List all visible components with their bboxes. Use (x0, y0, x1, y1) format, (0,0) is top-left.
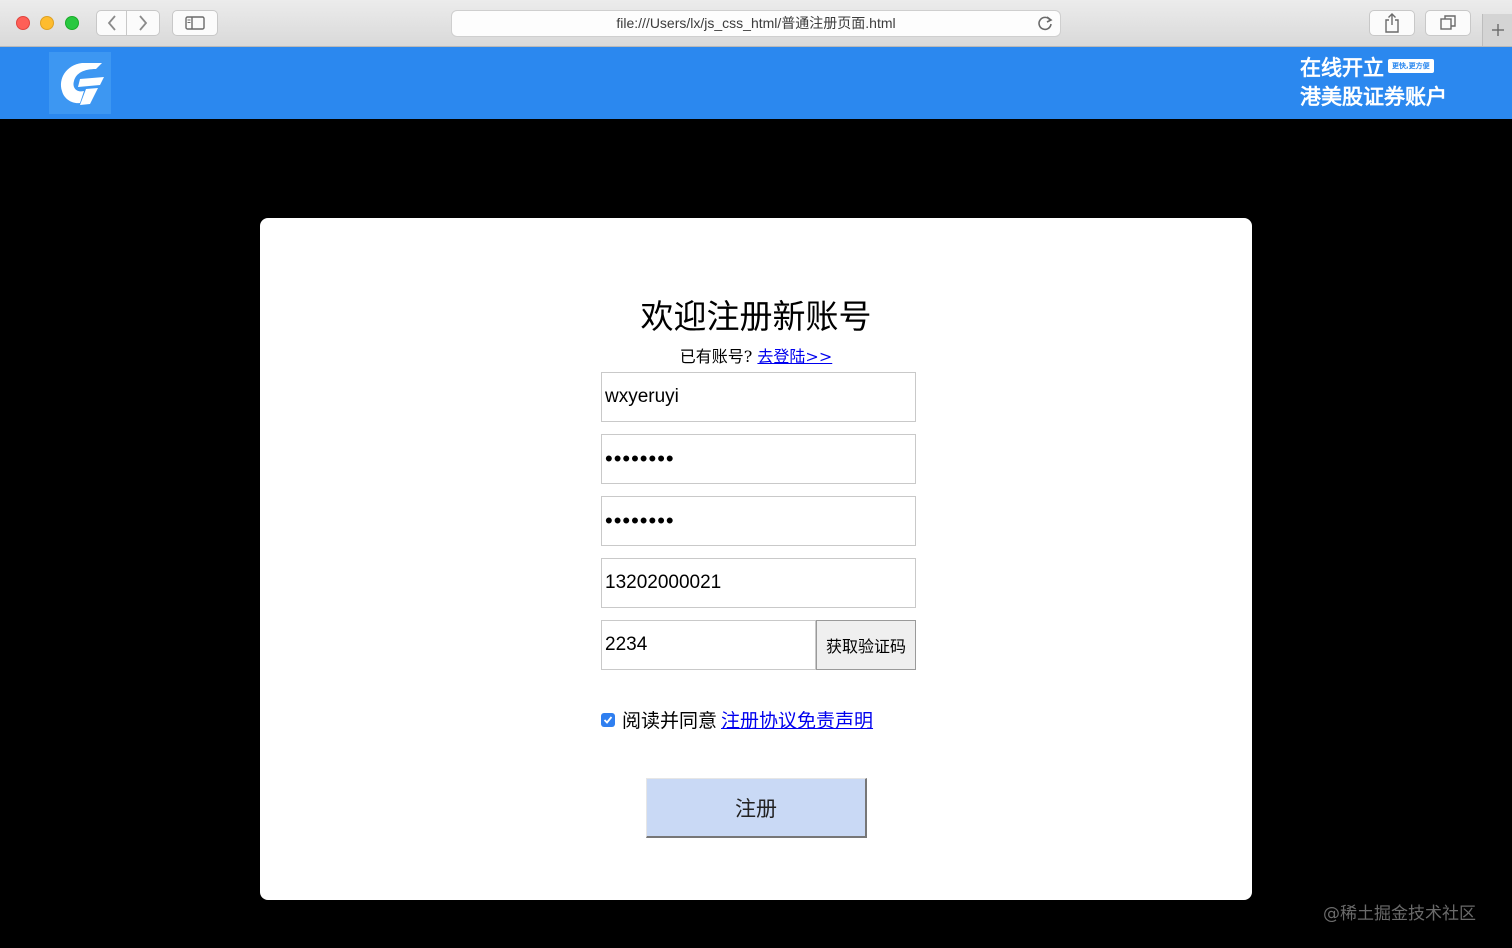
have-account-text: 已有账号? (679, 347, 753, 366)
promo-line-2: 港美股证券账户 (1300, 85, 1447, 109)
checkmark-icon (603, 715, 613, 724)
verification-code-input[interactable] (601, 620, 816, 670)
zoom-window-button[interactable] (65, 16, 79, 30)
get-code-button[interactable]: 获取验证码 (816, 620, 916, 670)
confirm-password-input[interactable] (601, 496, 916, 546)
login-link[interactable]: 去登陆>> (757, 347, 832, 366)
site-header: 在线开立 更快,更方便 港美股证券账户 (0, 47, 1512, 119)
brand-logo-icon[interactable] (49, 52, 111, 114)
password-input[interactable] (601, 434, 916, 484)
chevron-left-icon (107, 15, 116, 31)
browser-toolbar: file:///Users/lx/js_css_html/普通注册页面.html (0, 0, 1512, 47)
username-input[interactable] (601, 372, 916, 422)
promo-banner[interactable]: 在线开立 更快,更方便 港美股证券账户 (1300, 54, 1447, 112)
minimize-window-button[interactable] (40, 16, 54, 30)
show-tabs-button[interactable] (1425, 10, 1471, 36)
forward-button[interactable] (127, 10, 160, 36)
agreement-row: 阅读并同意 注册协议免责声明 (601, 706, 873, 733)
close-window-button[interactable] (16, 16, 30, 30)
login-prompt: 已有账号? 去登陆>> (260, 343, 1252, 367)
tabs-overview-icon (1440, 15, 1456, 30)
address-bar[interactable]: file:///Users/lx/js_css_html/普通注册页面.html (451, 10, 1061, 37)
page-title: 欢迎注册新账号 (640, 297, 872, 336)
share-button[interactable] (1369, 10, 1415, 36)
watermark: @稀土掘金技术社区 (1323, 904, 1476, 924)
back-button[interactable] (96, 10, 127, 36)
promo-line-1: 在线开立 (1300, 56, 1384, 80)
chevron-right-icon (139, 15, 148, 31)
plus-icon (1491, 24, 1504, 36)
promo-badge: 更快,更方便 (1388, 59, 1434, 73)
register-card: 欢迎注册新账号 已有账号? 去登陆>> 获取验证码 阅读并同意 注册协议免责声明… (260, 218, 1252, 900)
sidebar-toggle-button[interactable] (172, 10, 218, 36)
new-tab-button[interactable] (1482, 14, 1512, 46)
sidebar-icon (185, 16, 205, 30)
reload-icon[interactable] (1036, 12, 1054, 34)
share-icon (1385, 13, 1399, 33)
agreement-link[interactable]: 注册协议免责声明 (721, 706, 873, 733)
url-text: file:///Users/lx/js_css_html/普通注册页面.html (616, 15, 896, 31)
register-button[interactable]: 注册 (646, 778, 867, 838)
agree-checkbox[interactable] (601, 712, 615, 727)
agree-text: 阅读并同意 (622, 710, 718, 732)
phone-input[interactable] (601, 558, 916, 608)
